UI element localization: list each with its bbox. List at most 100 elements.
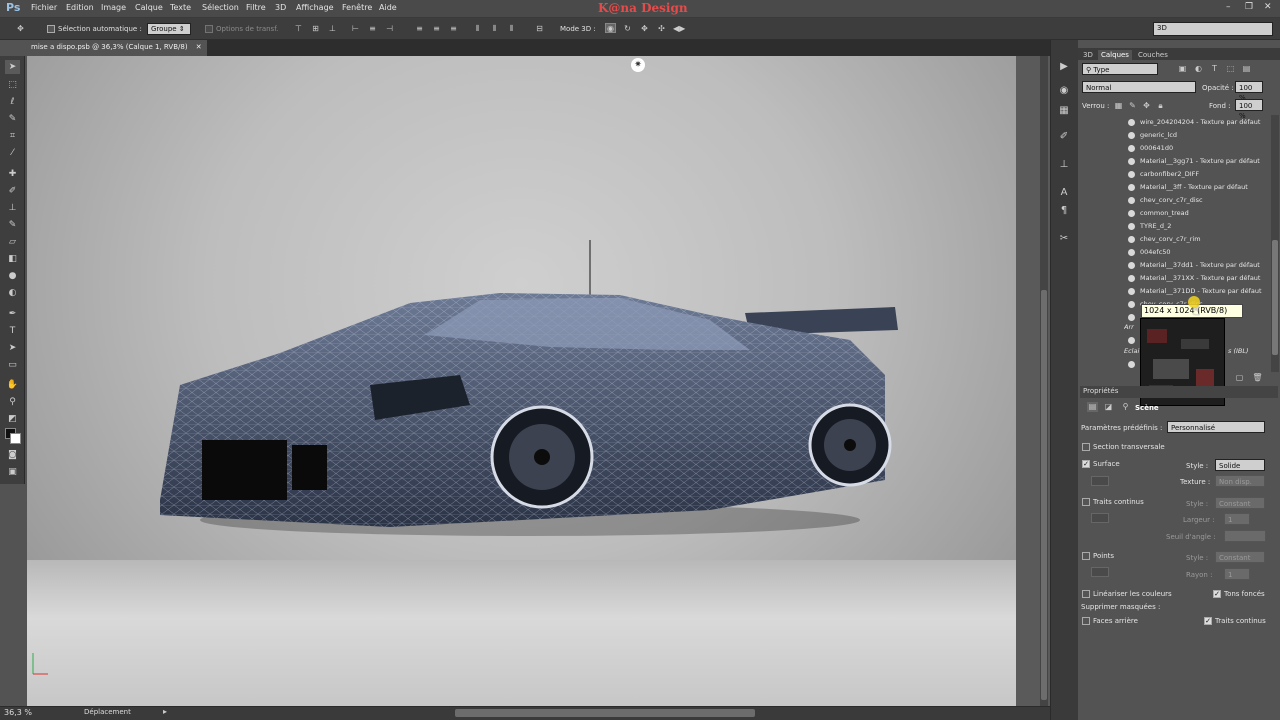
- maximize-icon[interactable]: ❐: [1245, 2, 1253, 12]
- back-faces-checkbox[interactable]: [1082, 617, 1090, 625]
- eye-icon[interactable]: [1128, 301, 1135, 308]
- tab-couches[interactable]: Couches: [1135, 50, 1171, 60]
- eye-icon[interactable]: [1128, 314, 1135, 321]
- minimize-icon[interactable]: –: [1226, 2, 1231, 12]
- surface-checkbox[interactable]: ✓: [1082, 460, 1090, 468]
- new-layer-icon[interactable]: ▢: [1234, 373, 1245, 383]
- menu-fichier[interactable]: Fichier: [31, 3, 57, 12]
- align-bottom-icon[interactable]: ⊥: [327, 24, 338, 34]
- roll-3d-icon[interactable]: ↻: [622, 24, 633, 34]
- close-icon[interactable]: ✕: [1264, 2, 1272, 12]
- history-brush-tool-icon[interactable]: ✎: [5, 218, 20, 232]
- group-select[interactable]: Groupe ⇕: [147, 23, 191, 35]
- layer-item[interactable]: 004efc50: [1140, 246, 1280, 259]
- layer-item[interactable]: carbonfiber2_DIFF: [1140, 168, 1280, 181]
- swatches-icon[interactable]: ▦: [1057, 104, 1071, 118]
- layers-scroll-thumb[interactable]: [1272, 240, 1278, 355]
- camera-icon[interactable]: ◪: [1103, 402, 1114, 412]
- zoom-tool-icon[interactable]: ⚲: [5, 395, 20, 409]
- menu-fenetre[interactable]: Fenêtre: [342, 3, 372, 12]
- orbit-3d-icon[interactable]: ◉: [605, 23, 616, 33]
- surface-color-swatch[interactable]: [1091, 476, 1109, 486]
- document-tab[interactable]: mise a dispo.psb @ 36,3% (Calque 1, RVB/…: [27, 40, 207, 56]
- menu-aide[interactable]: Aide: [379, 3, 397, 12]
- move-tool-icon[interactable]: ✥: [15, 24, 26, 34]
- eye-icon[interactable]: [1128, 210, 1135, 217]
- pan-3d-icon[interactable]: ✥: [639, 24, 650, 34]
- menu-selection[interactable]: Sélection: [202, 3, 239, 12]
- delete-layer-icon[interactable]: 🗑︎: [1252, 373, 1263, 383]
- layer-item[interactable]: Material__371XX - Texture par défaut: [1140, 272, 1280, 285]
- layer-item[interactable]: Material__371DD - Texture par défaut: [1140, 285, 1280, 298]
- linearize-checkbox[interactable]: [1082, 590, 1090, 598]
- history-icon[interactable]: ▶: [1057, 60, 1071, 74]
- layer-item[interactable]: common_tread: [1140, 207, 1280, 220]
- properties-tab[interactable]: Propriétés: [1080, 386, 1278, 398]
- menu-texte[interactable]: Texte: [170, 3, 191, 12]
- eye-icon[interactable]: [1128, 158, 1135, 165]
- type-filter-icon[interactable]: T: [1209, 64, 1220, 74]
- lock-pixels-icon[interactable]: ✎: [1127, 101, 1138, 111]
- blur-tool-icon[interactable]: ●: [5, 269, 20, 283]
- menu-affichage[interactable]: Affichage: [296, 3, 334, 12]
- brush-tool-icon[interactable]: ✐: [5, 184, 20, 198]
- shape-tool-icon[interactable]: ▭: [5, 358, 20, 372]
- scene-icon[interactable]: ▤: [1087, 402, 1098, 412]
- character-icon[interactable]: A: [1057, 186, 1071, 200]
- status-menu-arrow-icon[interactable]: ▸: [163, 707, 167, 716]
- layer-item[interactable]: Material__3gg71 - Texture par défaut: [1140, 155, 1280, 168]
- align-vcenter-icon[interactable]: ⊞: [310, 24, 321, 34]
- crop-tool-icon[interactable]: ⌗: [5, 129, 20, 143]
- type-tool-icon[interactable]: T: [5, 324, 20, 338]
- eye-icon[interactable]: [1128, 337, 1135, 344]
- paragraph-icon[interactable]: ¶: [1057, 204, 1071, 218]
- fill-input[interactable]: 100 %: [1235, 99, 1263, 120]
- adjustments-icon[interactable]: ✐: [1057, 130, 1071, 144]
- radius-input[interactable]: 1: [1224, 568, 1250, 580]
- pen-tool-icon[interactable]: ✒: [5, 307, 20, 321]
- hand-tool-icon[interactable]: ✋: [5, 378, 20, 392]
- marquee-tool-icon[interactable]: ⬚: [5, 78, 20, 92]
- preset-select[interactable]: Personnalisé: [1167, 421, 1265, 433]
- eraser-tool-icon[interactable]: ▱: [5, 235, 20, 249]
- distribute-vcenter-icon[interactable]: ≡: [431, 24, 442, 34]
- surface-style-select[interactable]: Solide: [1215, 459, 1265, 471]
- background-color-swatch[interactable]: [10, 433, 21, 444]
- eye-icon[interactable]: [1128, 132, 1135, 139]
- path-select-tool-icon[interactable]: ➤: [5, 341, 20, 355]
- mesh-icon[interactable]: ⚲: [1120, 402, 1131, 412]
- menu-calque[interactable]: Calque: [135, 3, 163, 12]
- menu-filtre[interactable]: Filtre: [246, 3, 266, 12]
- eye-icon[interactable]: [1128, 145, 1135, 152]
- quick-mask-icon[interactable]: ◙: [5, 448, 20, 462]
- eye-icon[interactable]: [1128, 223, 1135, 230]
- distribute-right-icon[interactable]: ⫴: [506, 24, 517, 34]
- auto-align-icon[interactable]: ⊟: [534, 24, 545, 34]
- eyedropper-tool-icon[interactable]: ⁄: [5, 146, 20, 160]
- layer-filter-select[interactable]: ⚲ Type: [1082, 63, 1158, 75]
- eye-icon[interactable]: [1128, 288, 1135, 295]
- opacity-input[interactable]: 100 %: [1235, 81, 1263, 102]
- brush-presets-icon[interactable]: ⊥: [1057, 158, 1071, 172]
- lines-checkbox[interactable]: [1082, 498, 1090, 506]
- align-top-icon[interactable]: ⊤: [293, 24, 304, 34]
- eye-icon[interactable]: [1128, 184, 1135, 191]
- eye-icon[interactable]: [1128, 361, 1135, 368]
- cross-section-checkbox[interactable]: [1082, 443, 1090, 451]
- layer-item[interactable]: Material__3ff - Texture par défaut: [1140, 181, 1280, 194]
- eye-icon[interactable]: [1128, 249, 1135, 256]
- align-hcenter-icon[interactable]: ≡: [367, 24, 378, 34]
- eye-icon[interactable]: [1128, 262, 1135, 269]
- close-tab-icon[interactable]: ✕: [196, 43, 202, 51]
- distribute-bottom-icon[interactable]: ≡: [448, 24, 459, 34]
- gradient-tool-icon[interactable]: ◧: [5, 252, 20, 266]
- transform-checkbox[interactable]: [205, 25, 213, 33]
- color-icon[interactable]: ◉: [1057, 84, 1071, 98]
- horizontal-scroll-thumb[interactable]: [455, 709, 755, 717]
- eye-icon[interactable]: [1128, 197, 1135, 204]
- workspace-select[interactable]: 3D: [1153, 22, 1273, 36]
- tab-calques[interactable]: Calques: [1098, 50, 1132, 60]
- stamp-tool-icon[interactable]: ⊥: [5, 201, 20, 215]
- shape-filter-icon[interactable]: ⬚: [1225, 64, 1236, 74]
- car-3d-model[interactable]: [150, 235, 910, 540]
